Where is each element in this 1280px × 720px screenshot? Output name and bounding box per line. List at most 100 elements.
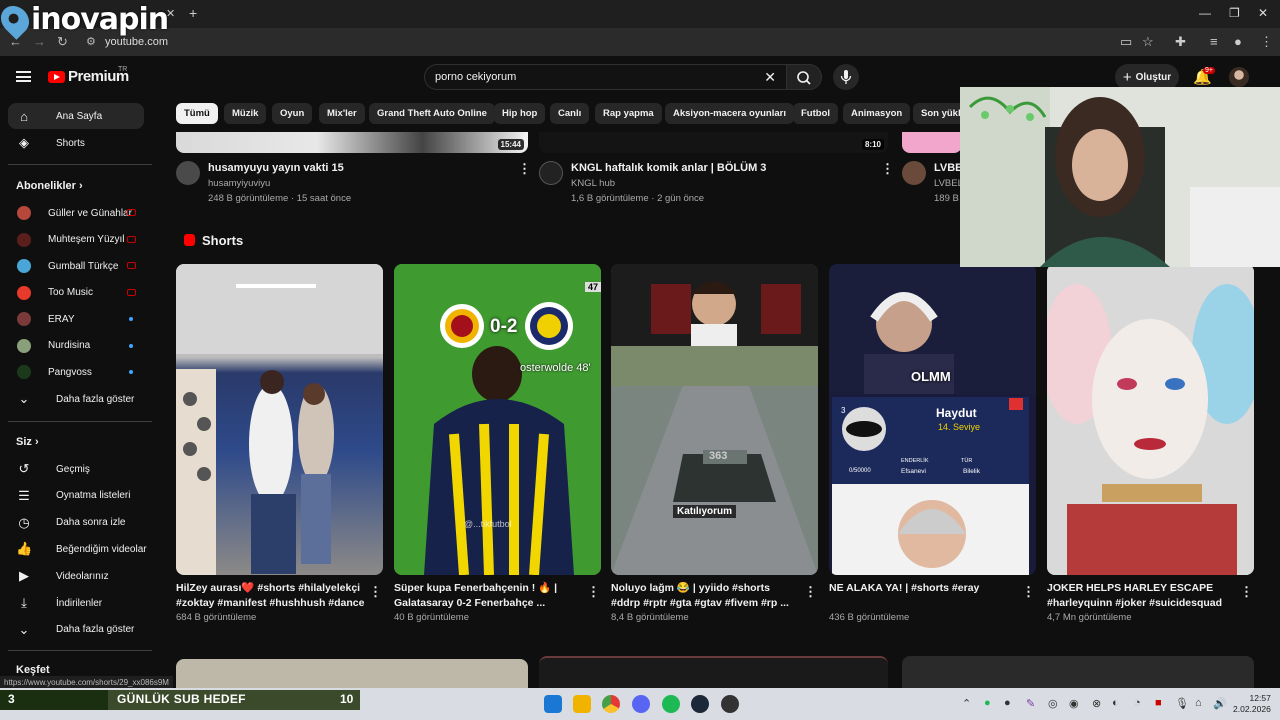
tray-app-icon[interactable]: ◔ [1134,697,1141,709]
volume-icon[interactable]: 🔊 [1213,697,1227,710]
spotify-icon[interactable] [662,695,680,713]
video-channel[interactable]: husamyiyuviyu [208,178,270,189]
video-thumbnail[interactable] [176,659,528,689]
video-thumbnail[interactable]: 8:10 [539,132,888,153]
maximize-icon[interactable]: ❐ [1229,6,1240,20]
tray-app-icon[interactable]: ◎ [1048,697,1058,710]
sidebar-item-watch-later[interactable]: ◷ Daha sonra izle [8,510,144,536]
obs-icon[interactable] [721,695,739,713]
bookmark-star-icon[interactable]: ☆ [1142,34,1154,50]
sidebar-item-playlists[interactable]: ☰ Oynatma listeleri [8,483,144,509]
more-options-icon[interactable]: ⋮ [804,585,817,598]
site-info-icon[interactable]: ⚙ [86,35,96,48]
taskbar-clock[interactable]: 12:57 2.02.2026 [1233,693,1271,715]
file-explorer-icon[interactable] [573,695,591,713]
new-tab-icon[interactable]: + [189,5,197,21]
sidebar-subscription-item[interactable]: Nurdisina [8,333,144,359]
channel-avatar[interactable] [176,161,200,185]
short-thumbnail[interactable]: 363 Katılıyorum [611,264,818,575]
sidebar-item-like[interactable]: 👍 Beğendiğim videolar [8,536,147,562]
tray-steam-icon[interactable]: ● [1004,697,1011,709]
filter-chip[interactable]: Aksiyon-macera oyunları [665,103,794,124]
short-thumbnail[interactable] [1047,264,1254,575]
more-options-icon[interactable]: ⋮ [587,585,600,598]
short-title[interactable]: Süper kupa Fenerbahçenin ! 🔥 | Galatasar… [394,581,584,611]
more-options-icon[interactable]: ⋮ [881,162,894,175]
filter-chip[interactable]: Rap yapma [595,103,662,124]
filter-chip[interactable]: Oyun [272,103,313,124]
reading-list-icon[interactable]: ≡ [1210,34,1218,49]
start-icon[interactable] [544,695,562,713]
video-channel[interactable]: LVBEL [934,178,963,189]
browser-menu-icon[interactable]: ⋮ [1260,34,1273,50]
sidebar-item-home[interactable]: ⌂ Ana Sayfa [8,103,144,129]
short-title[interactable]: NE ALAKA YA! | #shorts #eray [829,581,1019,596]
video-channel[interactable]: KNGL hub [571,178,615,189]
sidebar-subscription-item[interactable]: Gumball Türkçe [8,253,144,279]
voice-search-button[interactable] [833,64,859,90]
more-options-icon[interactable]: ⋮ [1240,585,1253,598]
more-options-icon[interactable]: ⋮ [369,585,382,598]
video-title[interactable]: KNGL haftalık komik anlar | BÖLÜM 3 [571,162,766,174]
sidebar-item-your-videos[interactable]: ▶ Videolarınız [8,563,144,589]
short-thumbnail[interactable]: OLMM 3 Haydut 14. Seviye ENDERLİK TÜR Ef… [829,264,1036,575]
short-thumbnail[interactable]: 0-2 osterwolde 48' @...tikfutbol 47 [394,264,601,575]
short-title[interactable]: Noluyo lağm 😂 | yyiido #shorts #ddrp #rp… [611,581,801,611]
sidebar-subscription-item[interactable]: Muhteşem Yüzyıl [8,227,144,253]
account-avatar[interactable] [1229,67,1249,87]
video-thumbnail[interactable] [902,656,1254,689]
search-button[interactable] [786,64,822,90]
video-thumbnail[interactable]: 15:44 [176,132,528,153]
short-title[interactable]: JOKER HELPS HARLEY ESCAPE #harleyquinn #… [1047,581,1237,611]
sidebar-item-download[interactable]: ⤓ İndirilenler [8,590,144,616]
filter-chip[interactable]: Grand Theft Auto Online [369,103,495,124]
sidebar-subs-show-more[interactable]: ⌄ Daha fazla göster [8,386,144,412]
sidebar-item-chevron-down[interactable]: ⌄ Daha fazla göster [8,617,144,643]
filter-chip[interactable]: Futbol [793,103,839,124]
youtube-logo[interactable]: Premium [48,68,129,85]
sidebar-item-history[interactable]: ↺ Geçmiş [8,456,144,482]
network-icon[interactable]: ⌂ [1195,697,1202,709]
subscriptions-heading[interactable]: Abonelikler › [16,180,83,192]
tray-spotify-icon[interactable]: ● [984,697,991,709]
sidebar-subscription-item[interactable]: ERAY [8,306,144,332]
tray-chevron-icon[interactable]: ⌃ [962,697,971,710]
clear-search-icon[interactable]: ✕ [764,69,776,86]
cast-icon[interactable]: ▭ [1120,34,1132,50]
filter-chip[interactable]: Müzik [224,103,267,124]
address-bar[interactable]: youtube.com [105,36,168,48]
extensions-icon[interactable]: ✚ [1175,34,1186,50]
window-close-icon[interactable]: ✕ [1258,6,1268,20]
tray-record-icon[interactable]: ■ [1155,697,1162,709]
microphone-icon[interactable]: 🎙 [1175,697,1189,710]
reload-icon[interactable]: ↻ [57,34,68,50]
filter-chip[interactable]: Hip hop [494,103,546,124]
menu-icon[interactable] [16,71,31,82]
sidebar-subscription-item[interactable]: Pangvoss [8,359,144,385]
filter-chip[interactable]: Animasyon [843,103,911,124]
back-icon[interactable]: ← [9,34,22,49]
search-input[interactable]: porno cekiyorum ✕ [424,64,786,90]
filter-chip[interactable]: Mix'ler [319,103,365,124]
video-thumbnail[interactable] [902,132,962,153]
discord-icon[interactable] [632,695,650,713]
short-title[interactable]: HilZey aurası❤️ #shorts #hilalyelekçi #z… [176,581,366,611]
more-options-icon[interactable]: ⋮ [518,162,531,175]
profile-icon[interactable]: ● [1234,34,1242,49]
video-title[interactable]: husamyuyu yayın vakti 15 [208,162,344,174]
tab-close-icon[interactable]: ✕ [166,7,175,20]
sidebar-item-shorts[interactable]: ◈ Shorts [8,130,144,156]
filter-chip[interactable]: Tümü [176,103,218,124]
you-heading[interactable]: Siz › [16,436,39,448]
tray-app-icon[interactable]: ◉ [1069,697,1079,710]
channel-avatar[interactable] [539,161,563,185]
video-thumbnail[interactable] [539,656,888,689]
sidebar-subscription-item[interactable]: Too Music [8,280,144,306]
tray-app-icon[interactable]: ◐ [1112,697,1119,709]
chrome-icon[interactable] [602,695,620,713]
short-thumbnail[interactable] [176,264,383,575]
more-options-icon[interactable]: ⋮ [1022,585,1035,598]
forward-icon[interactable]: → [33,34,46,49]
steam-icon[interactable] [691,695,709,713]
filter-chip[interactable]: Canlı [550,103,590,124]
